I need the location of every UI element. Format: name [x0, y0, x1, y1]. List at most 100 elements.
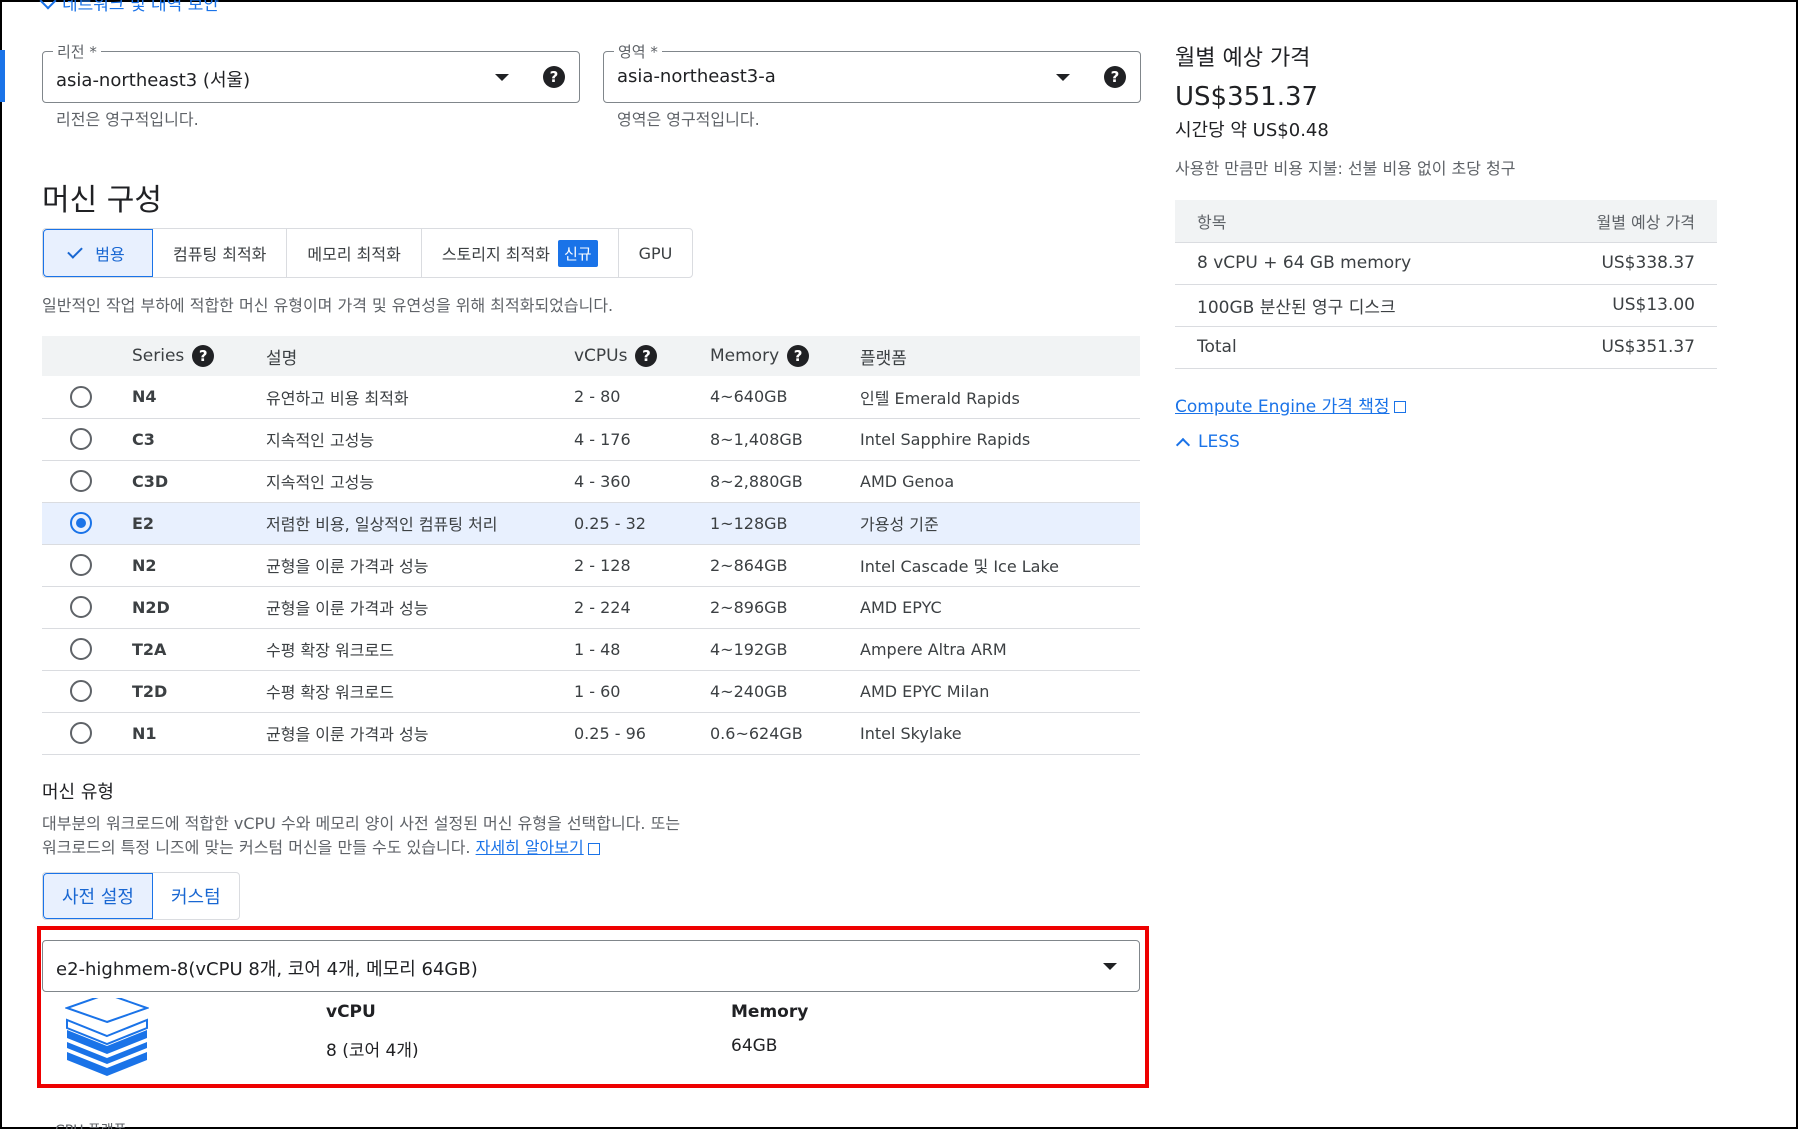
series-memory: 4~640GB: [710, 376, 860, 419]
series-row[interactable]: T2A 수평 확장 워크로드 1 - 48 4~192GB Ampere Altra A…: [42, 628, 1140, 671]
series-row[interactable]: C3D 지속적인 고성능 4 - 360 8~2,880GB AMD Genoa: [42, 460, 1140, 503]
tab-compute-optimized[interactable]: 컴퓨팅 최적화: [153, 229, 288, 277]
zone-value: asia-northeast3-a: [617, 66, 776, 87]
monthly-price: US$351.37: [1175, 82, 1319, 112]
series-row[interactable]: N2 균형을 이룬 가격과 성능 2 - 128 2~864GB Intel Casca…: [42, 544, 1140, 587]
external-link-icon: [1393, 401, 1406, 413]
external-link-icon: [587, 842, 600, 855]
help-icon[interactable]: ?: [192, 345, 215, 367]
region-select[interactable]: 리전 * asia-northeast3 (서울) ?: [42, 41, 580, 103]
series-platform: 인텔 Emerald Rapids: [860, 376, 1140, 419]
radio-button[interactable]: [70, 512, 92, 534]
series-vcpus: 2 - 128: [574, 544, 710, 587]
series-memory: 2~864GB: [710, 544, 860, 587]
series-name: C3: [132, 418, 266, 461]
preset-button[interactable]: 사전 설정: [43, 873, 153, 919]
layers-stack-icon: [65, 998, 149, 1076]
col-vcpus: vCPUs?: [574, 336, 710, 376]
memory-value: 64GB: [731, 1036, 778, 1056]
help-icon[interactable]: ?: [543, 66, 565, 88]
pricing-link[interactable]: Compute Engine 가격 책정: [1175, 392, 1406, 417]
series-name: N4: [132, 376, 266, 419]
series-description: 균형을 이룬 가격과 성능: [266, 586, 574, 629]
series-memory: 1~128GB: [710, 502, 860, 545]
pricing-title: 월별 예상 가격: [1175, 46, 1311, 71]
radio-button[interactable]: [70, 385, 92, 408]
machine-config-title: 머신 구성: [42, 183, 162, 218]
zone-select[interactable]: 영역 * asia-northeast3-a ?: [603, 41, 1141, 103]
chevron-down-icon: [39, 0, 57, 9]
less-button[interactable]: LESS: [1175, 432, 1240, 452]
series-description: 수평 확장 워크로드: [266, 628, 574, 671]
pricing-total-row: Total US$351.37: [1175, 326, 1717, 369]
machine-type-select[interactable]: e2-highmem-8(vCPU 8개, 코어 4개, 메모리 64GB): [42, 940, 1140, 992]
network-section-link[interactable]: 네트워크 및 대역 보안: [39, 0, 219, 15]
radio-button[interactable]: [70, 680, 92, 702]
pricing-row: 8 vCPU + 64 GB memory US$338.37: [1175, 242, 1717, 285]
help-icon[interactable]: ?: [635, 345, 658, 367]
machine-type-toggle: 사전 설정 커스텀: [42, 872, 240, 920]
series-name: T2D: [132, 670, 266, 713]
zone-label: 영역 *: [614, 41, 662, 62]
series-row[interactable]: N1 균형을 이룬 가격과 성능 0.25 - 96 0.6~624GB Intel S…: [42, 712, 1140, 755]
series-table: Series? 설명 vCPUs? Memory? 플랫폼 N4 유연하고 비용 …: [42, 336, 1140, 755]
tab-memory-optimized[interactable]: 메모리 최적화: [287, 229, 422, 277]
col-memory: Memory?: [710, 336, 860, 376]
series-name: N2: [132, 544, 266, 587]
dropdown-arrow-icon: [1103, 963, 1117, 970]
series-row[interactable]: N2D 균형을 이룬 가격과 성능 2 - 224 2~896GB AMD EPYC: [42, 586, 1140, 629]
series-description: 지속적인 고성능: [266, 418, 574, 461]
series-vcpus: 1 - 48: [574, 628, 710, 671]
radio-button[interactable]: [70, 470, 92, 492]
zone-hint: 영역은 영구적입니다.: [617, 110, 760, 129]
col-description: 설명: [266, 336, 574, 376]
check-icon: [67, 243, 84, 259]
series-description: 균형을 이룬 가격과 성능: [266, 712, 574, 755]
series-vcpus: 4 - 360: [574, 460, 710, 503]
series-platform: Intel Cascade 및 Ice Lake: [860, 544, 1140, 587]
radio-button[interactable]: [70, 428, 92, 450]
tab-gpu[interactable]: GPU: [619, 229, 693, 277]
series-platform: Intel Sapphire Rapids: [860, 418, 1140, 461]
cpu-platform-label: CPU 플랫폼: [55, 1120, 127, 1129]
vcpu-label: vCPU: [326, 1002, 376, 1022]
radio-button[interactable]: [70, 722, 92, 744]
machine-type-title: 머신 유형: [42, 782, 114, 803]
help-icon[interactable]: ?: [787, 345, 810, 367]
memory-label: Memory: [731, 1002, 809, 1022]
help-icon[interactable]: ?: [1104, 66, 1126, 88]
series-row[interactable]: E2 저렴한 비용, 일상적인 컴퓨팅 처리 0.25 - 32 1~128GB 가용성…: [42, 502, 1140, 545]
pricing-table-header: 항목 월별 예상 가격: [1175, 200, 1717, 243]
series-row[interactable]: C3 지속적인 고성능 4 - 176 8~1,408GB Intel Sapphire…: [42, 418, 1140, 461]
dropdown-arrow-icon: [1056, 74, 1070, 81]
machine-family-tabs: 범용 컴퓨팅 최적화 메모리 최적화 스토리지 최적화 신규 GPU: [42, 228, 694, 278]
region-hint: 리전은 영구적입니다.: [56, 110, 199, 129]
series-name: C3D: [132, 460, 266, 503]
col-platform: 플랫폼: [860, 336, 1140, 376]
series-name: N2D: [132, 586, 266, 629]
series-row[interactable]: T2D 수평 확장 워크로드 1 - 60 4~240GB AMD EPYC Milan: [42, 670, 1140, 713]
series-vcpus: 1 - 60: [574, 670, 710, 713]
tab-general-purpose[interactable]: 범용: [43, 229, 153, 277]
col-item: 항목: [1175, 200, 1525, 243]
col-series: Series?: [132, 336, 266, 376]
pricing-row: 100GB 분산된 영구 디스크 US$13.00: [1175, 284, 1717, 327]
series-description: 수평 확장 워크로드: [266, 670, 574, 713]
radio-button[interactable]: [70, 596, 92, 618]
region-label: 리전 *: [53, 41, 101, 62]
radio-button[interactable]: [70, 638, 92, 660]
series-description: 저렴한 비용, 일상적인 컴퓨팅 처리: [266, 502, 574, 545]
tab-storage-optimized[interactable]: 스토리지 최적화 신규: [422, 229, 619, 277]
radio-button[interactable]: [70, 554, 92, 576]
series-platform: AMD EPYC: [860, 586, 1140, 629]
dropdown-arrow-icon: [495, 74, 509, 81]
custom-button[interactable]: 커스텀: [153, 873, 239, 919]
series-platform: Ampere Altra ARM: [860, 628, 1140, 671]
series-memory: 4~192GB: [710, 628, 860, 671]
series-memory: 2~896GB: [710, 586, 860, 629]
series-description: 균형을 이룬 가격과 성능: [266, 544, 574, 587]
series-row[interactable]: N4 유연하고 비용 최적화 2 - 80 4~640GB 인텔 Emerald Rap…: [42, 376, 1140, 419]
series-description: 유연하고 비용 최적화: [266, 376, 574, 419]
series-name: T2A: [132, 628, 266, 671]
learn-more-link[interactable]: 자세히 알아보기: [476, 838, 584, 857]
